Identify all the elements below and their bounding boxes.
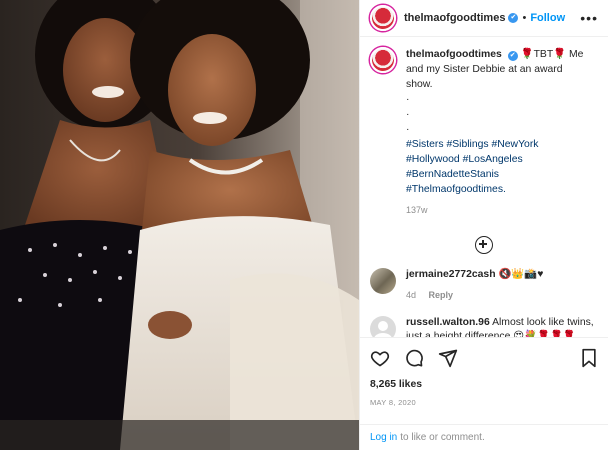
header-separator: • [522,11,527,24]
hashtag-link[interactable]: #BernNadetteStanis [406,169,499,180]
comment-body: jermaine2772cash 🔇👑📸♥ 4d Reply [406,268,543,302]
caption-avatar[interactable] [370,46,396,73]
comment-username[interactable]: russell.walton.96 [406,317,490,328]
photo-image [0,0,359,450]
comment-username[interactable]: jermaine2772cash [406,269,496,280]
caption: thelmaofgoodtimes ✔ 🌹TBT🌹 Me and my Sist… [370,46,598,218]
post-header: thelmaofgoodtimes ✔ • Follow ••• [360,0,608,37]
comment-icon[interactable] [404,348,424,368]
more-icon[interactable]: ••• [580,10,598,26]
caption-body: thelmaofgoodtimes ✔ 🌹TBT🌹 Me and my Sist… [406,47,586,218]
hashtag-link[interactable]: #Sisters [406,139,444,150]
verified-icon: ✔ [507,50,518,61]
instagram-post: thelmaofgoodtimes ✔ • Follow ••• thelmao… [0,0,608,450]
load-more-comments [370,235,598,254]
share-icon[interactable] [438,348,458,368]
login-prompt: to like or comment. [400,431,485,443]
caption-age[interactable]: 137w [406,203,586,218]
verified-icon: ✔ [508,12,519,23]
follow-button[interactable]: Follow [530,12,565,24]
hashtags: #Sisters #Siblings #NewYork #Hollywood #… [406,137,586,197]
actions-section: 8,265 likes MAY 8, 2020 [360,337,608,424]
action-bar [370,346,598,370]
post-details: thelmaofgoodtimes ✔ • Follow ••• thelmao… [359,0,608,450]
hashtag-link[interactable]: #Hollywood [406,154,460,165]
comment-body: russell.walton.96 Almost look like twins… [406,316,598,338]
comment-item: russell.walton.96 Almost look like twins… [370,315,598,338]
caption-username[interactable]: thelmaofgoodtimes [406,49,502,60]
comment-age[interactable]: 4d [406,290,416,300]
caption-dot: · [406,108,410,120]
hashtag-link[interactable]: #LosAngeles [463,154,523,165]
post-date[interactable]: MAY 8, 2020 [370,398,598,407]
reply-button[interactable]: Reply [429,290,454,300]
heart-icon[interactable] [370,348,390,368]
post-photo[interactable] [0,0,359,450]
comment-meta: 4d Reply [406,288,543,302]
comment-text: 🔇👑📸♥ [498,268,544,280]
login-link[interactable]: Log in [370,432,397,443]
hashtag-link[interactable]: #Thelmaofgoodtimes. [406,184,506,195]
avatar[interactable] [370,4,396,31]
avatar[interactable] [370,267,396,294]
comment-item: jermaine2772cash 🔇👑📸♥ 4d Reply [370,267,598,302]
avatar[interactable] [370,315,396,338]
login-bar: Log in to like or comment. [360,423,608,450]
caption-dot: · [406,93,410,105]
header-username[interactable]: thelmaofgoodtimes [404,12,505,24]
likes-count[interactable]: 8,265 likes [370,379,598,390]
caption-dot: · [406,123,410,135]
comments-section[interactable]: thelmaofgoodtimes ✔ 🌹TBT🌹 Me and my Sist… [360,37,608,338]
hashtag-link[interactable]: #NewYork [492,139,539,150]
add-comment-icon[interactable] [475,235,493,254]
bookmark-icon[interactable] [580,348,598,368]
hashtag-link[interactable]: #Siblings [446,139,488,150]
